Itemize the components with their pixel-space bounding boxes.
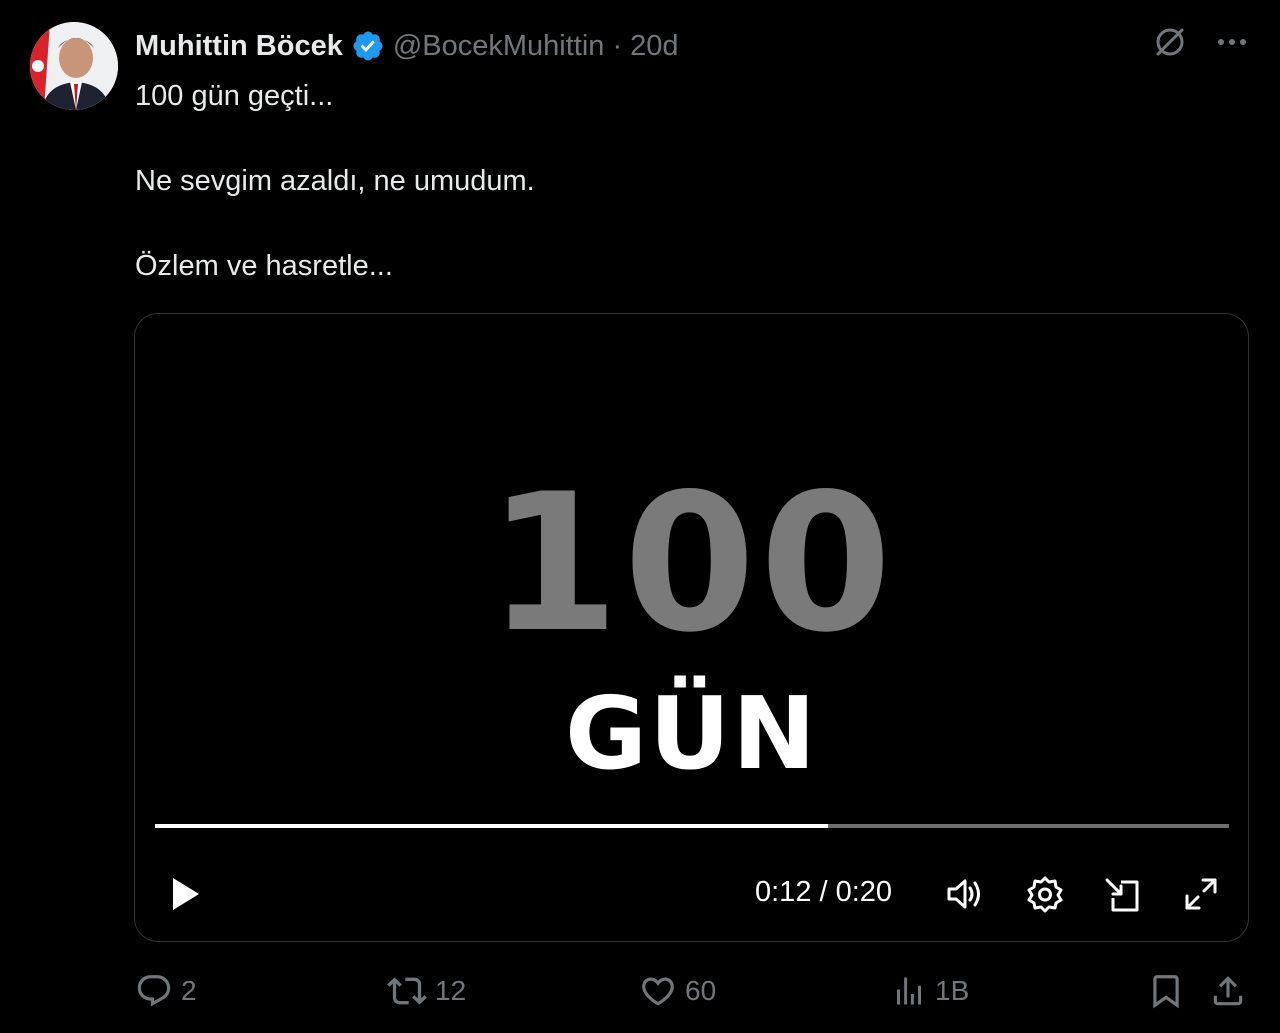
timestamp[interactable]: 20d xyxy=(630,30,678,63)
video-progress-fill xyxy=(155,824,829,828)
share-icon xyxy=(1213,976,1243,1006)
tweet-actions: 2 12 60 1B xyxy=(135,968,1247,1014)
views-count: 1B xyxy=(935,975,970,1006)
tweet: Muhittin Böcek @BocekMuhittin · 20d 100 … xyxy=(0,0,1280,1033)
tweet-header: Muhittin Böcek @BocekMuhittin · 20d xyxy=(135,26,679,66)
video-big-word: GÜN xyxy=(565,675,818,792)
reply-count: 2 xyxy=(181,975,197,1006)
repost-icon xyxy=(387,977,427,1005)
like-count: 60 xyxy=(685,975,717,1006)
video-player[interactable]: 100 GÜN 0:12 / 0:20 xyxy=(134,313,1249,942)
bookmark-button[interactable] xyxy=(1147,968,1185,1014)
repost-button[interactable]: 12 xyxy=(387,968,466,1014)
display-name[interactable]: Muhittin Böcek xyxy=(135,30,343,63)
handle[interactable]: @BocekMuhittin xyxy=(393,30,605,63)
avatar[interactable] xyxy=(30,22,118,110)
reply-icon xyxy=(137,975,171,1007)
top-actions xyxy=(1152,24,1250,60)
grok-icon[interactable] xyxy=(1152,24,1188,60)
bookmark-icon xyxy=(1153,975,1179,1009)
video-controls: 0:12 / 0:20 xyxy=(135,864,1248,920)
separator: · xyxy=(612,29,623,62)
repost-count: 12 xyxy=(435,975,467,1006)
video-progress-bar[interactable] xyxy=(155,824,1229,828)
views-chart-icon xyxy=(897,977,921,1005)
more-options-icon[interactable] xyxy=(1214,24,1250,60)
heart-icon xyxy=(642,977,674,1006)
volume-icon[interactable] xyxy=(945,874,985,914)
tweet-text-line-1: 100 gün geçti... xyxy=(135,80,334,112)
tweet-text-line-2: Ne sevgim azaldı, ne umudum. xyxy=(135,165,535,197)
share-button[interactable] xyxy=(1209,968,1247,1014)
views-button[interactable]: 1B xyxy=(891,968,969,1014)
picture-in-picture-icon[interactable] xyxy=(1103,874,1143,914)
play-icon[interactable] xyxy=(165,874,205,914)
like-button[interactable]: 60 xyxy=(639,968,716,1014)
verified-badge-icon[interactable] xyxy=(351,29,385,63)
fullscreen-icon[interactable] xyxy=(1181,874,1221,914)
settings-gear-icon[interactable] xyxy=(1025,874,1065,914)
video-time: 0:12 / 0:20 xyxy=(755,876,893,908)
video-big-number: 100 xyxy=(487,453,896,674)
tweet-text-line-3: Özlem ve hasretle... xyxy=(135,250,393,282)
reply-button[interactable]: 2 xyxy=(135,968,197,1014)
